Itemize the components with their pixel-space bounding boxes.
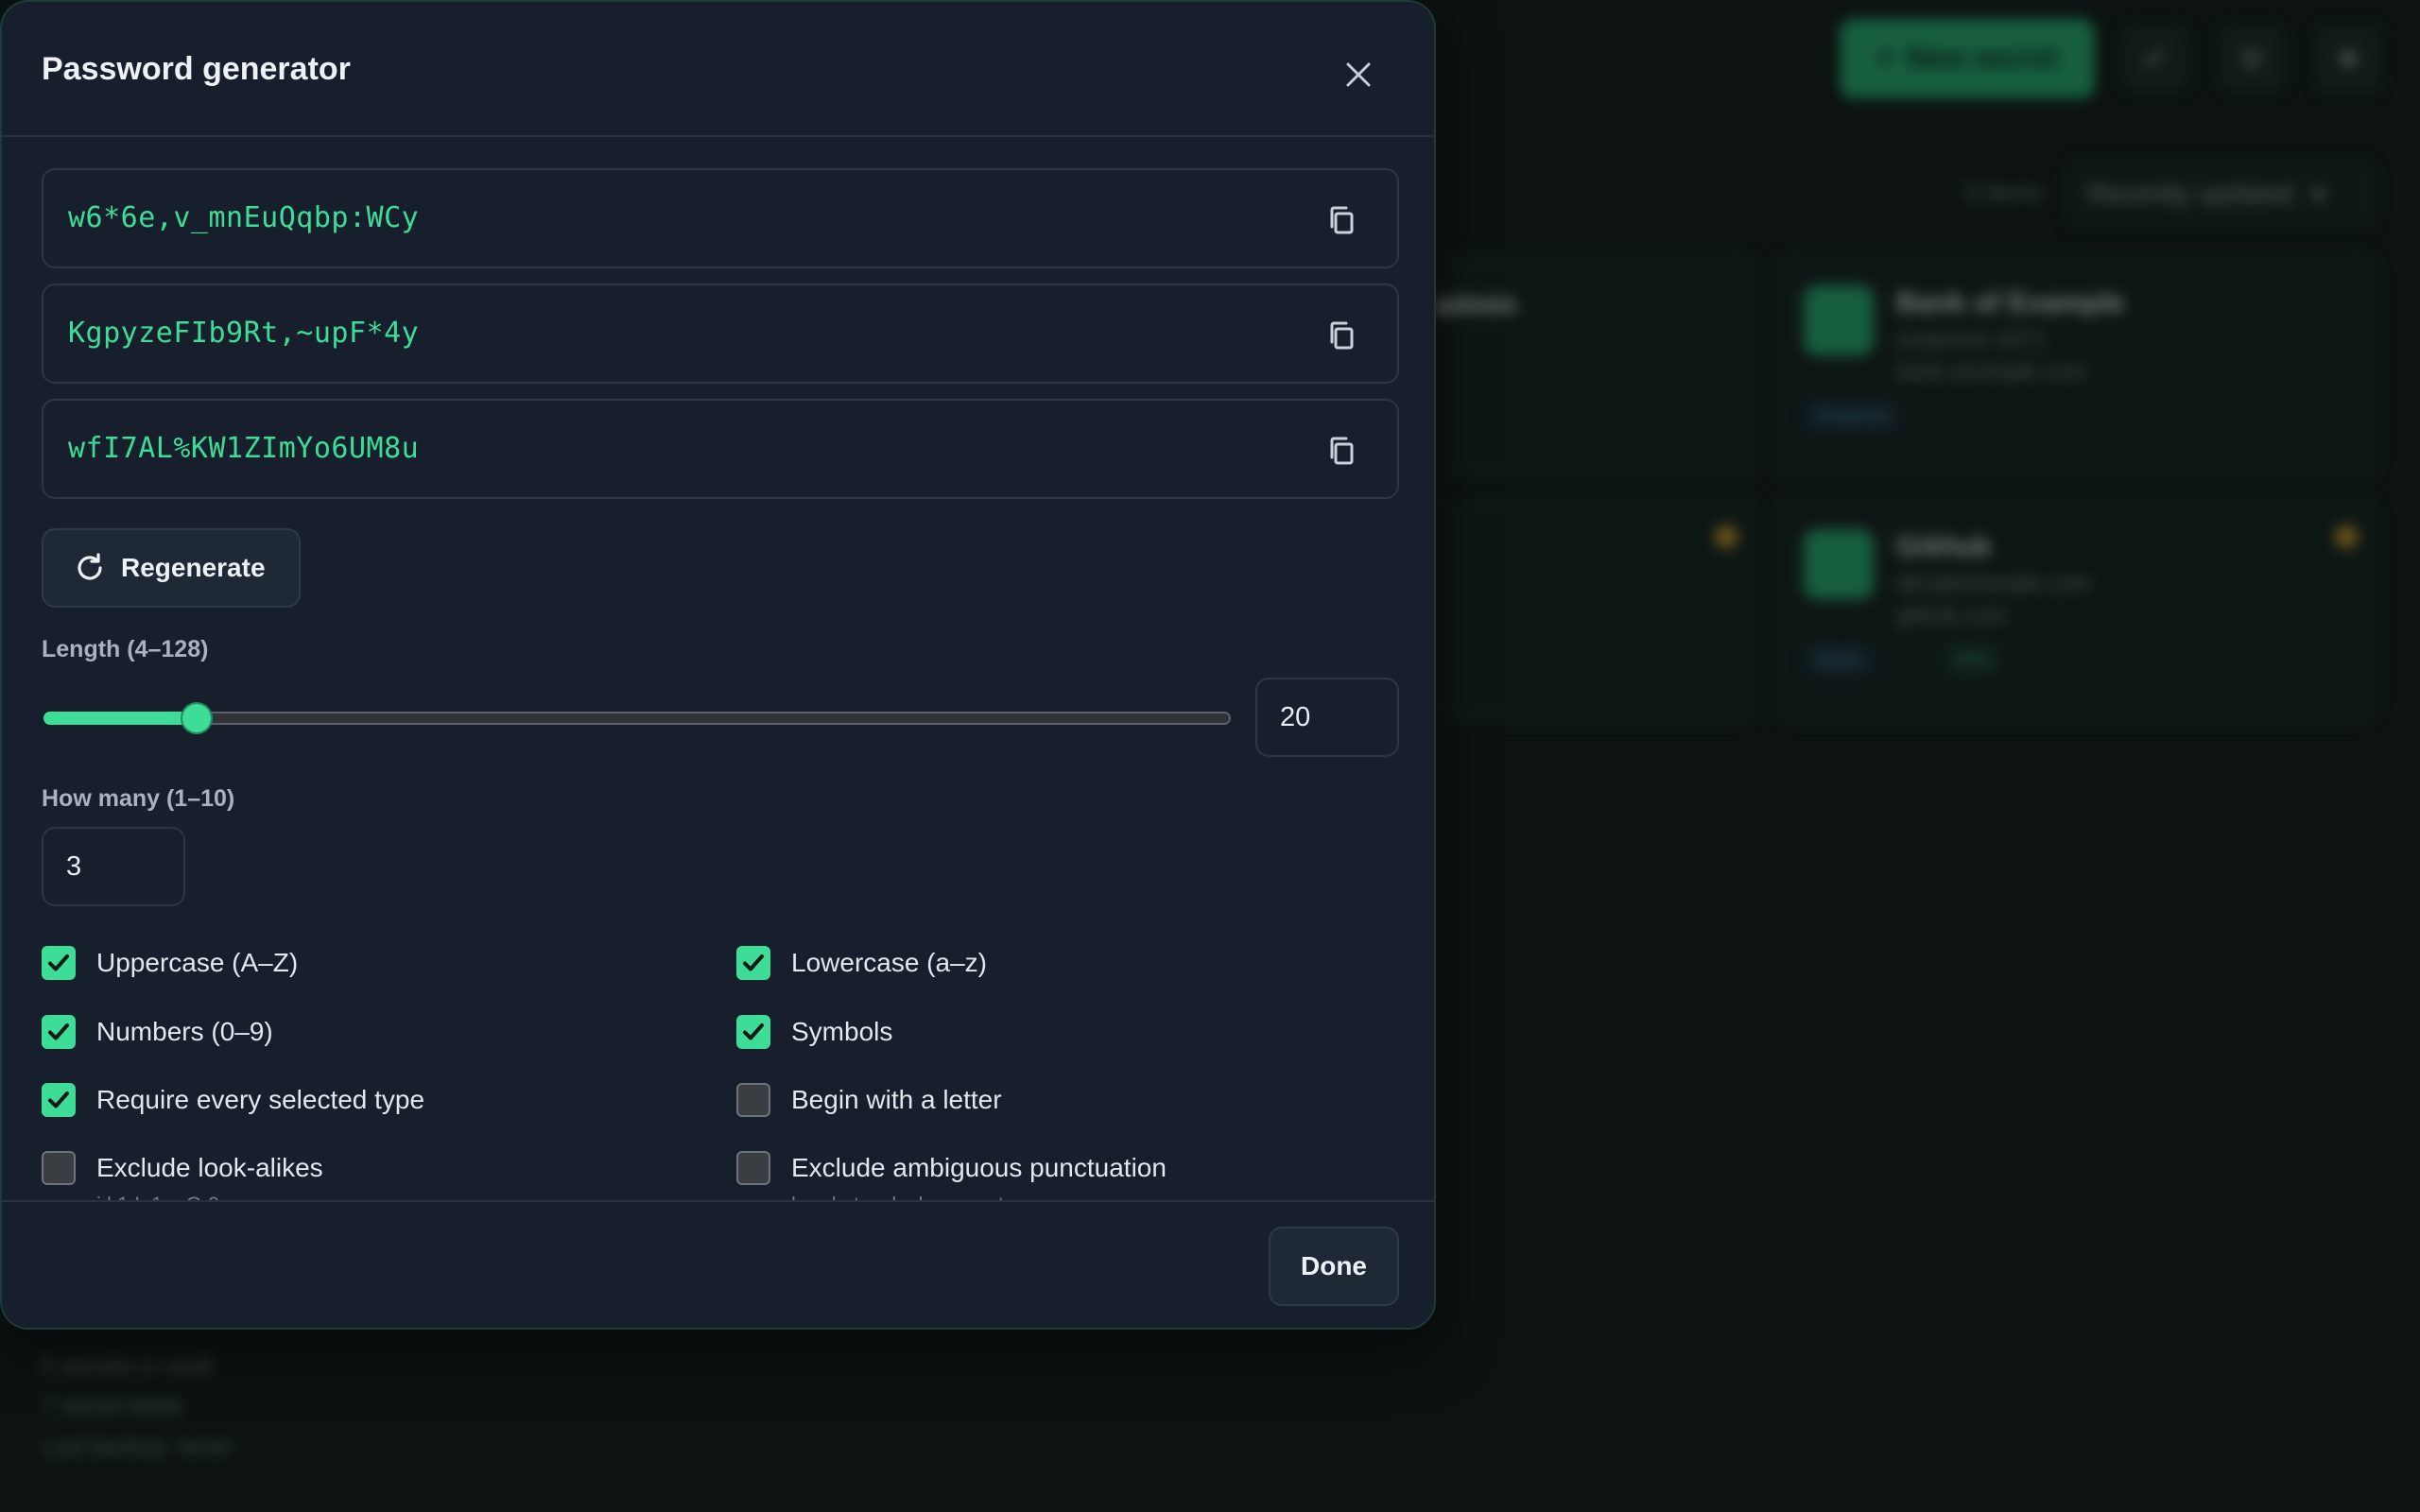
checkmark-icon — [743, 954, 764, 971]
checkbox[interactable] — [42, 1015, 76, 1049]
option-label: Exclude look-alikes — [96, 1153, 323, 1182]
new-secret-button[interactable]: + New secret — [1840, 19, 2095, 98]
checkmark-icon — [48, 1091, 69, 1108]
star-icon[interactable] — [1715, 525, 1737, 548]
option-label: Symbols — [791, 1017, 893, 1046]
option-begin-with-letter[interactable]: Begin with a letter — [736, 1083, 1002, 1117]
refresh-icon — [78, 553, 102, 580]
password-generator-dialog: Password generator w6*6e,v_mnEuQqbp:WCy … — [0, 0, 1436, 1330]
dialog-body: w6*6e,v_mnEuQqbp:WCy KgpyzeFIb9Rt,~upF*4… — [2, 137, 1434, 1200]
checkmark-icon-button[interactable]: ✔ — [2121, 25, 2189, 93]
card-title: Bank of Example — [1896, 287, 2125, 318]
dialog-header: Password generator — [2, 2, 1434, 137]
how-many-input[interactable]: 3 — [42, 827, 185, 906]
password-text[interactable]: KgpyzeFIb9Rt,~upF*4y — [68, 317, 419, 350]
copy-icon — [1330, 206, 1354, 234]
secret-card[interactable]: GitHub dev@example.com github.com Work 2… — [1773, 499, 2378, 722]
vault-stats: 5 secrets in vault 7 stored fields Last … — [42, 1346, 233, 1468]
password-text[interactable]: wfI7AL%KW1ZImYo6UM8u — [68, 432, 419, 465]
checkbox[interactable] — [42, 1083, 76, 1117]
checkmark-icon — [48, 1023, 69, 1040]
plus-icon: + — [1877, 43, 1894, 74]
checkbox[interactable] — [42, 946, 76, 980]
tag-chip[interactable]: 2FA — [1942, 643, 2002, 677]
close-button[interactable] — [1325, 42, 1392, 108]
lock-icon: ■ — [2339, 43, 2358, 74]
option-description: i l 1 L 1 o O 0 — [96, 1193, 219, 1200]
close-icon — [1346, 62, 1371, 87]
option-exclude-look-alikes[interactable]: Exclude look-alikes — [42, 1151, 323, 1185]
card-host: github.com — [1896, 603, 2008, 628]
slider-fill — [43, 712, 198, 725]
option-label: Numbers (0–9) — [96, 1017, 273, 1046]
copy-button[interactable] — [1323, 432, 1361, 470]
item-count: 5 items — [1964, 178, 2044, 206]
how-many-label: How many (1–10) — [42, 785, 235, 812]
checkbox[interactable] — [736, 1151, 770, 1185]
password-output: w6*6e,v_mnEuQqbp:WCy — [42, 168, 1399, 268]
checkbox[interactable] — [736, 1083, 770, 1117]
checkmark-icon — [743, 1023, 764, 1040]
chevron-down-icon: ▾ — [2311, 179, 2325, 209]
option-description: brackets, slashes, quotes — [791, 1193, 1026, 1200]
length-slider[interactable] — [43, 704, 1231, 732]
dialog-footer: Done — [2, 1200, 1434, 1328]
card-title: GitHub — [1896, 531, 1991, 562]
copy-button[interactable] — [1323, 317, 1361, 354]
card-title: admin — [1433, 289, 1517, 320]
star-icon[interactable] — [2335, 525, 2358, 548]
stat-line: 7 stored fields — [42, 1394, 183, 1419]
dialog-title: Password generator — [42, 51, 351, 87]
option-label: Lowercase (a–z) — [791, 948, 987, 977]
sort-select[interactable]: Recently updated ▾ — [2065, 161, 2377, 227]
option-numbers[interactable]: Numbers (0–9) — [42, 1015, 273, 1049]
option-symbols[interactable]: Symbols — [736, 1015, 892, 1049]
gear-icon: ⚙ — [2238, 43, 2265, 75]
checkbox[interactable] — [42, 1151, 76, 1185]
card-avatar — [1804, 285, 1874, 355]
password-text[interactable]: w6*6e,v_mnEuQqbp:WCy — [68, 201, 419, 234]
regenerate-button[interactable]: Regenerate — [42, 528, 301, 608]
slider-track — [43, 712, 1231, 725]
check-icon: ✔ — [2143, 43, 2168, 75]
option-exclude-ambiguous[interactable]: Exclude ambiguous punctuation — [736, 1151, 1167, 1185]
password-output: wfI7AL%KW1ZImYo6UM8u — [42, 399, 1399, 499]
option-lowercase[interactable]: Lowercase (a–z) — [736, 946, 987, 980]
checkmark-icon — [48, 954, 69, 971]
checkbox[interactable] — [736, 1015, 770, 1049]
card-host: bank.example.com — [1896, 359, 2087, 385]
length-label: Length (4–128) — [42, 636, 209, 662]
card-subtitle: dev@example.com — [1896, 571, 2091, 596]
option-label: Begin with a letter — [791, 1085, 1002, 1114]
option-label: Uppercase (A–Z) — [96, 948, 299, 977]
tag-chip[interactable]: Finance — [1804, 399, 1901, 433]
card-subtitle: customer 4471 — [1896, 327, 2047, 352]
password-output: KgpyzeFIb9Rt,~upF*4y — [42, 284, 1399, 384]
secret-card[interactable]: Bank of Example customer 4471 bank.examp… — [1773, 255, 2378, 478]
lock-icon-button[interactable]: ■ — [2314, 25, 2382, 93]
stat-line: Last backup: never — [42, 1435, 233, 1460]
settings-icon-button[interactable]: ⚙ — [2218, 25, 2286, 93]
copy-icon — [1330, 321, 1354, 350]
regenerate-label: Regenerate — [121, 553, 266, 582]
length-input[interactable]: 20 — [1255, 678, 1399, 757]
new-secret-label: New secret — [1907, 43, 2057, 74]
tag-chip[interactable]: Work — [1804, 643, 1875, 677]
option-require-every-type[interactable]: Require every selected type — [42, 1083, 424, 1117]
option-label: Exclude ambiguous punctuation — [791, 1153, 1167, 1182]
option-label: Require every selected type — [96, 1085, 425, 1114]
slider-thumb[interactable] — [182, 704, 212, 732]
card-avatar — [1804, 529, 1874, 599]
copy-button[interactable] — [1323, 201, 1361, 239]
option-uppercase[interactable]: Uppercase (A–Z) — [42, 946, 298, 980]
done-button[interactable]: Done — [1269, 1227, 1399, 1306]
checkbox[interactable] — [736, 946, 770, 980]
stat-line: 5 secrets in vault — [42, 1353, 213, 1379]
sort-label: Recently updated — [2087, 179, 2293, 208]
copy-icon — [1330, 437, 1354, 465]
